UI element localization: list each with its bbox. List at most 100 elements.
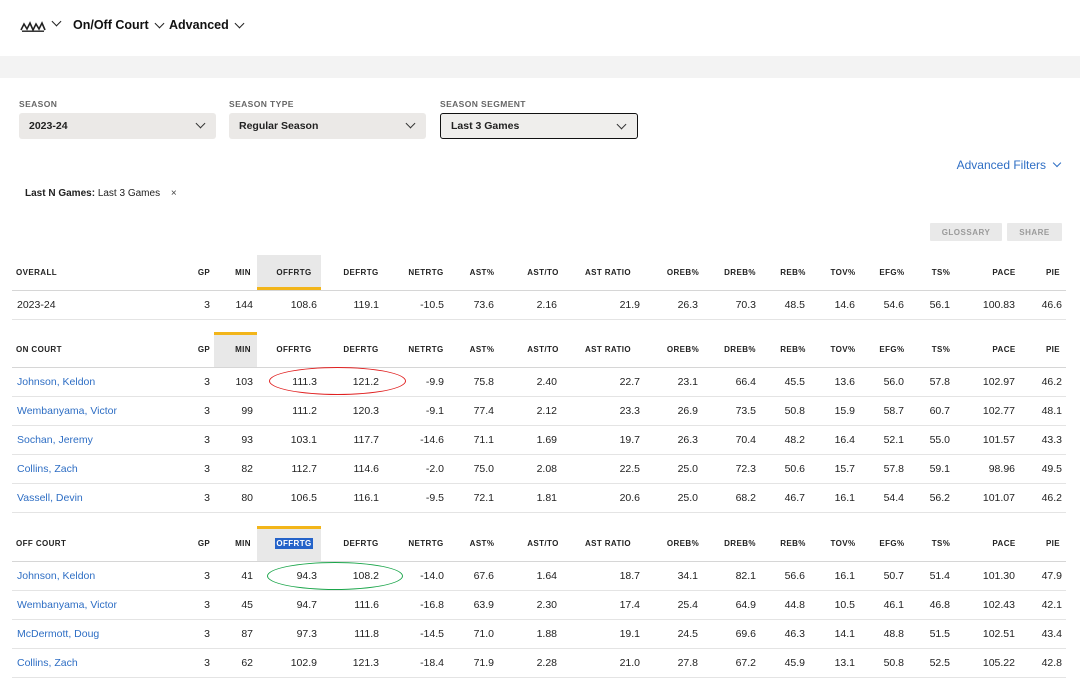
column-header-defrtg[interactable]: DEFRTG (326, 526, 396, 561)
column-header-ast-to[interactable]: AST/TO (508, 332, 578, 367)
stat-cell-netrtg: -9.9 (425, 376, 444, 388)
stat-cell-netrtg: -14.6 (420, 434, 444, 446)
column-header-ast-ratio[interactable]: AST RATIO (573, 526, 643, 561)
stat-cell-reb-: 48.2 (784, 434, 805, 446)
stat-cell-dreb-: 64.9 (735, 599, 756, 611)
stat-cell-oreb-: 25.4 (677, 599, 698, 611)
stat-cell-ts-: 60.7 (929, 405, 950, 417)
table-row: 2023-24 3 144 108.6 119.1 -10.5 73.6 2.16 21.9 26… (12, 291, 1066, 320)
off_court-section-title: OFF COURT (16, 539, 67, 548)
stat-cell-ast-ratio: 17.4 (619, 599, 640, 611)
stat-cell-oreb-: 27.8 (677, 657, 698, 669)
column-header-offrtg[interactable]: OFFRTG (259, 526, 329, 561)
column-header-offrtg[interactable]: OFFRTG (259, 255, 329, 290)
stat-cell-reb-: 50.6 (784, 463, 805, 475)
stat-cell-defrtg: 108.2 (352, 570, 379, 582)
close-icon[interactable]: × (171, 188, 177, 199)
chevron-down-icon[interactable] (51, 16, 62, 27)
stat-cell-gp: 3 (204, 657, 210, 669)
stat-cell-ast-to: 2.28 (536, 657, 557, 669)
stat-cell-ast-: 71.9 (473, 657, 494, 669)
overall-header-row: OVERALL GP MIN OFFRTG DEFRTG NETRTG AST% AST/TO… (12, 255, 1066, 291)
stat-cell-pie: 43.4 (1041, 628, 1062, 640)
column-header-ast-[interactable]: AST% (447, 526, 517, 561)
column-header-ast-to[interactable]: AST/TO (508, 526, 578, 561)
column-header-ast-ratio[interactable]: AST RATIO (573, 255, 643, 290)
stat-cell-pace: 100.83 (982, 299, 1015, 311)
stat-cell-efg-: 50.7 (883, 570, 904, 582)
player-link[interactable]: Collins, Zach (17, 649, 187, 677)
player-link[interactable]: Johnson, Keldon (17, 562, 187, 590)
stat-cell-defrtg: 121.3 (352, 657, 379, 669)
column-header-ts-[interactable]: TS% (906, 255, 976, 290)
stat-cell-oreb-: 26.9 (677, 405, 698, 417)
stat-cell-pace: 102.43 (982, 599, 1015, 611)
column-header-offrtg[interactable]: OFFRTG (259, 332, 329, 367)
column-header-ast-[interactable]: AST% (447, 255, 517, 290)
column-header-ts-[interactable]: TS% (906, 526, 976, 561)
stat-cell-efg-: 56.0 (883, 376, 904, 388)
stat-cell-dreb-: 73.5 (735, 405, 756, 417)
stat-cell-oreb-: 26.3 (677, 299, 698, 311)
stat-cell-pie: 46.2 (1041, 492, 1062, 504)
table-row: Sochan, Jeremy 3 93 103.1 117.7 -14.6 71.1 1.69… (12, 426, 1066, 455)
player-link[interactable]: Wembanyama, Victor (17, 397, 187, 425)
header-band (0, 56, 1080, 78)
nav-on-off-court[interactable]: On/Off Court (73, 18, 165, 32)
season-select[interactable]: 2023-24 (19, 113, 216, 139)
column-header-defrtg[interactable]: DEFRTG (326, 332, 396, 367)
player-link[interactable]: Collins, Zach (17, 455, 187, 483)
column-header-pie[interactable]: PIE (1018, 526, 1080, 561)
stat-cell-ast-to: 1.88 (536, 628, 557, 640)
stat-cell-efg-: 57.8 (883, 463, 904, 475)
player-link[interactable]: Johnson, Keldon (17, 368, 187, 396)
season-segment-select[interactable]: Last 3 Games (440, 113, 638, 139)
column-header-pie[interactable]: PIE (1018, 255, 1080, 290)
stat-cell-defrtg: 120.3 (352, 405, 379, 417)
player-link[interactable]: Sochan, Jeremy (17, 426, 187, 454)
table-row: Wembanyama, Victor 3 45 94.7 111.6 -16.8 63.9 2… (12, 591, 1066, 620)
glossary-button[interactable]: GLOSSARY (930, 223, 1002, 241)
stat-cell-reb-: 56.6 (784, 570, 805, 582)
stat-cell-defrtg: 114.6 (353, 463, 380, 475)
stat-cell-tov-: 15.9 (834, 405, 855, 417)
stat-cell-ts-: 46.8 (929, 599, 950, 611)
advanced-filters-toggle[interactable]: Advanced Filters (957, 158, 1062, 172)
column-header-ast-[interactable]: AST% (447, 332, 517, 367)
season-type-select[interactable]: Regular Season (229, 113, 426, 139)
column-header-ast-to[interactable]: AST/TO (508, 255, 578, 290)
table-row: McDermott, Doug 3 87 97.3 111.8 -14.5 71.0 1.88… (12, 620, 1066, 649)
column-header-ast-ratio[interactable]: AST RATIO (573, 332, 643, 367)
stat-cell-ast-to: 2.40 (536, 376, 557, 388)
stat-cell-pie: 46.2 (1041, 376, 1062, 388)
stat-cell-dreb-: 68.2 (735, 492, 756, 504)
stat-cell-ast-to: 2.16 (536, 299, 557, 311)
stat-cell-ast-: 75.0 (473, 463, 494, 475)
off-court-table: OFF COURT GP MIN OFFRTG DEFRTG NETRTG AST% AST/… (12, 526, 1066, 678)
stat-cell-ts-: 59.1 (929, 463, 950, 475)
stat-cell-pace: 101.07 (982, 492, 1015, 504)
stat-cell-oreb-: 26.3 (677, 434, 698, 446)
player-link[interactable]: McDermott, Doug (17, 620, 187, 648)
stat-cell-efg-: 58.7 (883, 405, 904, 417)
stat-cell-netrtg: -14.0 (420, 570, 444, 582)
stat-cell-defrtg: 117.7 (353, 434, 380, 446)
column-header-defrtg[interactable]: DEFRTG (326, 255, 396, 290)
column-header-ts-[interactable]: TS% (906, 332, 976, 367)
stat-cell-ast-: 67.6 (473, 570, 494, 582)
nav-advanced[interactable]: Advanced (169, 18, 245, 32)
player-link[interactable]: Vassell, Devin (17, 484, 187, 512)
column-header-pie[interactable]: PIE (1018, 332, 1080, 367)
stat-cell-efg-: 48.8 (883, 628, 904, 640)
stat-cell-ts-: 51.5 (929, 628, 950, 640)
season-label: SEASON (19, 99, 58, 109)
spurs-logo-icon[interactable] (20, 21, 46, 33)
stat-cell-pie: 48.1 (1041, 405, 1062, 417)
share-button[interactable]: SHARE (1007, 223, 1062, 241)
stat-cell-ts-: 56.2 (929, 492, 950, 504)
chevron-down-icon (195, 118, 206, 129)
stat-cell-ts-: 56.1 (929, 299, 950, 311)
table-row: Johnson, Keldon 3 103 111.3 121.2 -9.9 75.8 2.4… (12, 368, 1066, 397)
stat-cell-tov-: 14.6 (834, 299, 855, 311)
player-link[interactable]: Wembanyama, Victor (17, 591, 187, 619)
